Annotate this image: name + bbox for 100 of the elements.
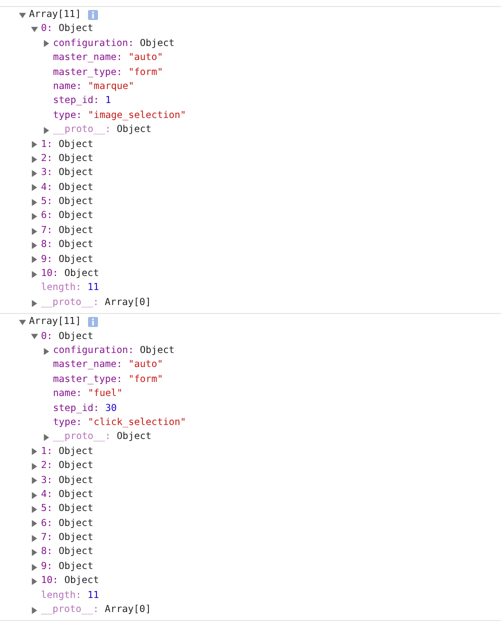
property-value: Object: [58, 180, 94, 195]
expanded-arrow-icon[interactable]: [19, 12, 26, 19]
collapsed-arrow-icon[interactable]: [31, 549, 38, 556]
property-value: 11: [87, 281, 99, 296]
property-key: 8:: [41, 238, 53, 253]
info-icon: [88, 317, 98, 328]
property-value: Object: [58, 195, 94, 210]
property-value: 11: [87, 588, 99, 603]
property-key: type:: [53, 108, 82, 124]
property-value: Object: [58, 459, 94, 474]
collapsed-arrow-icon[interactable]: [31, 520, 38, 528]
property-key: __proto__:: [53, 123, 111, 138]
collapsed-arrow-icon[interactable]: [31, 213, 38, 220]
property-key: 6:: [41, 516, 53, 532]
property-value: Object: [58, 224, 94, 238]
property-value: "form": [128, 66, 163, 80]
property-key: 1:: [41, 444, 53, 460]
property-value: 1: [105, 94, 111, 108]
property-key: 0:: [41, 22, 53, 37]
property-key: 10:: [41, 574, 58, 589]
collapsed-arrow-icon[interactable]: [31, 256, 38, 264]
property-value: Object: [58, 545, 94, 560]
property-key: __proto__:: [53, 430, 111, 445]
property-key: __proto__:: [41, 603, 99, 618]
collapsed-arrow-icon[interactable]: [43, 348, 50, 355]
property-key: 3:: [41, 166, 53, 181]
property-key: step_id:: [53, 402, 100, 416]
property-key: configuration:: [53, 36, 134, 52]
collapsed-arrow-icon[interactable]: [43, 126, 50, 134]
collapsed-arrow-icon[interactable]: [31, 228, 38, 235]
property-value: "click_selection": [88, 416, 186, 430]
info-icon: [88, 10, 98, 20]
collapsed-arrow-icon[interactable]: [31, 506, 38, 513]
property-value: Object: [140, 344, 175, 358]
collapsed-arrow-icon[interactable]: [31, 242, 38, 249]
property-key: 4:: [41, 180, 53, 196]
array-label: Array[11]: [29, 8, 81, 22]
property-key: 4:: [41, 488, 53, 502]
property-value: Object: [58, 166, 94, 180]
property-value: Object: [58, 252, 94, 267]
property-value: "auto": [128, 358, 163, 372]
collapsed-arrow-icon[interactable]: [31, 477, 38, 484]
property-key: length:: [41, 588, 82, 604]
collapsed-arrow-icon[interactable]: [43, 434, 50, 442]
property-value: Object: [58, 488, 94, 502]
property-key: 8:: [41, 545, 53, 560]
property-value: Object: [58, 238, 94, 252]
collapsed-arrow-icon[interactable]: [31, 578, 38, 585]
property-key: 5:: [41, 195, 53, 210]
collapsed-arrow-icon[interactable]: [31, 270, 38, 278]
property-key: 5:: [41, 502, 53, 517]
property-value: 30: [105, 402, 117, 416]
property-key: 2:: [41, 459, 53, 474]
property-value: Object: [58, 22, 94, 36]
property-key: name:: [53, 80, 82, 94]
property-key: length:: [41, 281, 82, 296]
expanded-arrow-icon[interactable]: [19, 318, 26, 326]
property-value: "fuel": [88, 387, 123, 402]
expanded-arrow-icon[interactable]: [31, 26, 38, 34]
property-value: "auto": [128, 51, 163, 66]
property-value: Object: [58, 516, 94, 531]
property-key: 7:: [41, 531, 53, 546]
property-value: Object: [116, 430, 152, 444]
property-value: Object: [64, 267, 99, 282]
property-key: master_type:: [53, 66, 122, 80]
property-value: Array[0]: [104, 603, 151, 618]
property-key: 0:: [41, 330, 53, 344]
property-value: Object: [116, 123, 152, 138]
collapsed-arrow-icon[interactable]: [31, 534, 38, 542]
collapsed-arrow-icon[interactable]: [31, 141, 38, 148]
property-key: master_name:: [53, 51, 122, 66]
collapsed-arrow-icon[interactable]: [31, 462, 38, 470]
property-value: Object: [58, 531, 94, 546]
collapsed-arrow-icon[interactable]: [31, 300, 38, 306]
collapsed-arrow-icon[interactable]: [31, 184, 38, 192]
property-key: 7:: [41, 224, 53, 238]
property-value: "marque": [88, 80, 134, 94]
collapsed-arrow-icon[interactable]: [31, 448, 38, 456]
property-value: Object: [58, 330, 94, 344]
collapsed-arrow-icon[interactable]: [31, 492, 38, 499]
collapsed-arrow-icon[interactable]: [31, 606, 38, 614]
property-key: 3:: [41, 474, 53, 488]
property-key: master_type:: [53, 372, 122, 388]
property-key: 9:: [41, 560, 53, 574]
property-value: Object: [58, 560, 94, 574]
collapsed-arrow-icon[interactable]: [31, 564, 38, 571]
expanded-arrow-icon[interactable]: [31, 333, 38, 340]
property-value: "form": [128, 372, 163, 387]
property-key: 6:: [41, 209, 53, 224]
property-key: type:: [53, 416, 82, 430]
property-key: 10:: [41, 267, 58, 282]
property-key: 2:: [41, 152, 53, 166]
collapsed-arrow-icon[interactable]: [31, 156, 38, 163]
property-key: step_id:: [53, 94, 100, 109]
array-label: Array[11]: [29, 315, 81, 330]
collapsed-arrow-icon[interactable]: [31, 170, 38, 177]
property-value: Object: [58, 444, 94, 459]
collapsed-arrow-icon[interactable]: [31, 198, 38, 206]
collapsed-arrow-icon[interactable]: [43, 40, 50, 48]
property-value: Object: [64, 574, 99, 588]
